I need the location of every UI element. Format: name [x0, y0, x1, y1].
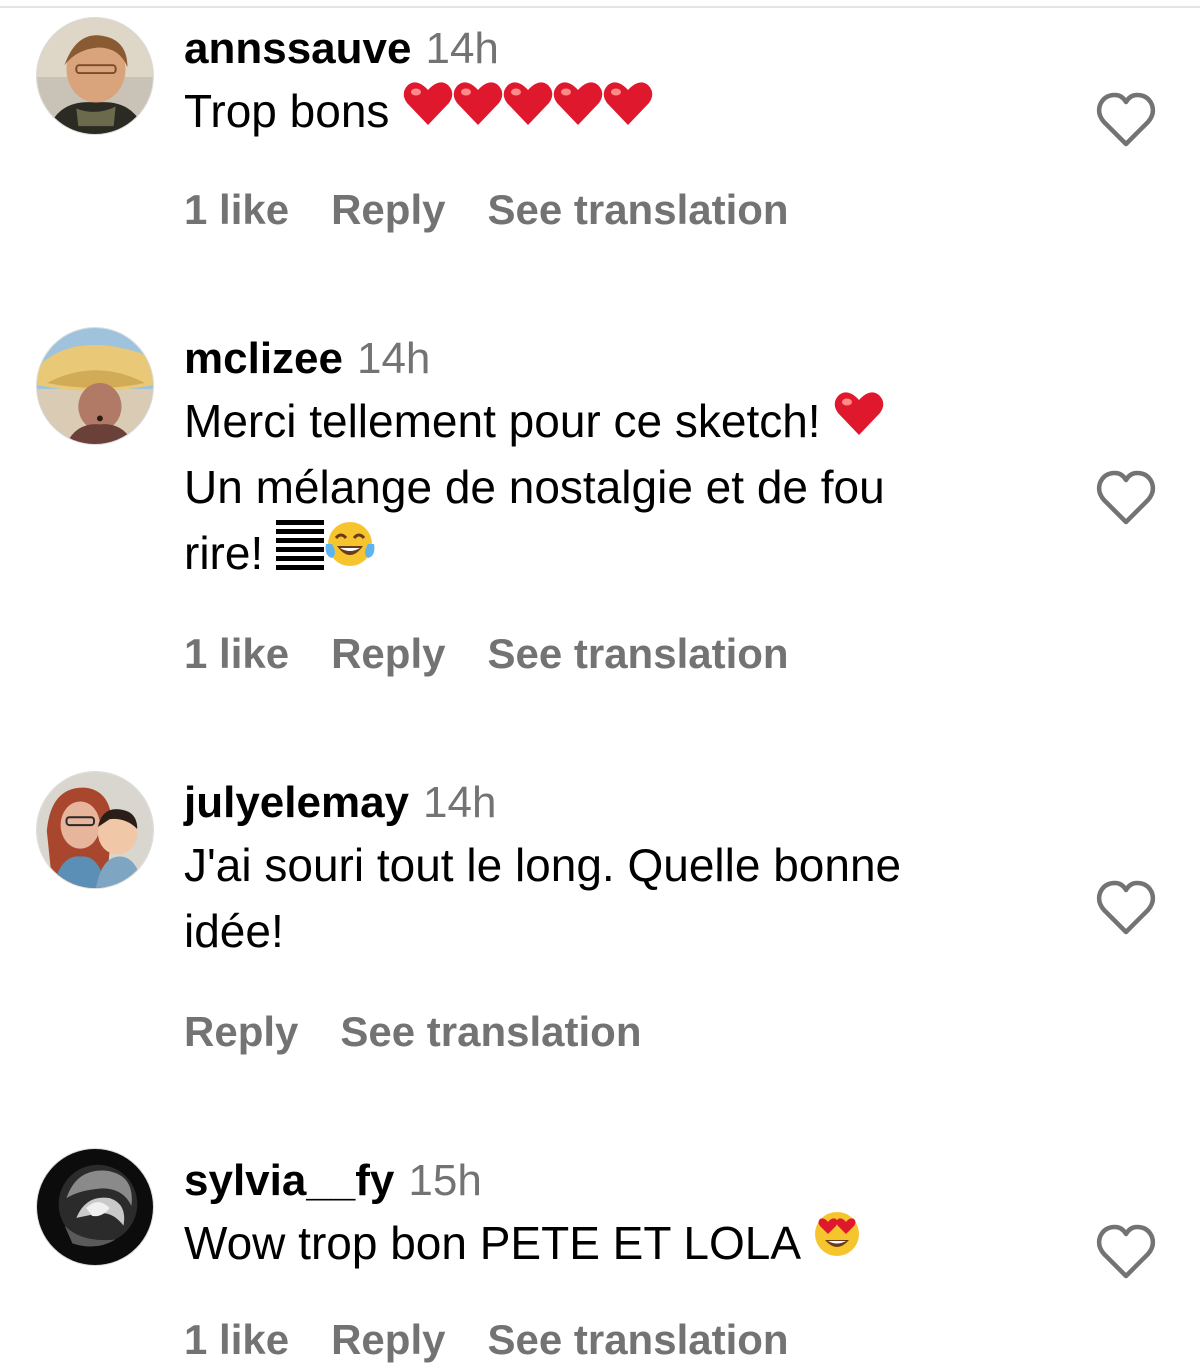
see-translation-button[interactable]: See translation — [487, 630, 788, 677]
comment-text: Wow trop bon PETE ET LOLA — [184, 1210, 1064, 1277]
timestamp[interactable]: 14h — [423, 778, 496, 827]
reply-button[interactable]: Reply — [184, 1008, 298, 1055]
like-count[interactable]: 1 like — [184, 186, 289, 233]
comment-text: J'ai souri tout le long. Quelle bonne id… — [184, 839, 902, 957]
reply-button[interactable]: Reply — [331, 186, 445, 233]
reply-button[interactable]: Reply — [331, 1316, 445, 1363]
red-heart-emoji — [602, 78, 654, 144]
see-translation-button[interactable]: See translation — [487, 1316, 788, 1363]
avatar[interactable] — [36, 771, 154, 889]
comment-body: julyelemay 14h J'ai souri tout le long. Q… — [184, 776, 1064, 964]
unknown-glyph-icon — [276, 516, 325, 589]
username[interactable]: annssauve — [184, 24, 411, 73]
avatar[interactable] — [36, 17, 154, 135]
comment-body: annssauve 14h Trop bons — [184, 22, 1064, 144]
like-heart-icon[interactable] — [1096, 1224, 1156, 1280]
like-heart-icon[interactable] — [1096, 470, 1156, 526]
red-heart-emoji — [402, 78, 454, 144]
username[interactable]: sylvia__fy — [184, 1156, 394, 1205]
username[interactable]: julyelemay — [184, 778, 409, 827]
avatar[interactable] — [36, 1148, 154, 1266]
like-count[interactable]: 1 like — [184, 1316, 289, 1363]
comment-text: Merci tellement pour ce sketch! Un mélan… — [184, 388, 1064, 589]
comment-actions: 1 like Reply See translation — [184, 630, 831, 678]
red-heart-emoji — [833, 388, 885, 454]
like-count[interactable]: 1 like — [184, 630, 289, 677]
comment-body: mclizee 14h Merci tellement pour ce sketc… — [184, 332, 1064, 589]
tears-of-joy-emoji — [324, 518, 376, 587]
red-heart-emoji — [452, 78, 504, 144]
timestamp[interactable]: 14h — [425, 24, 498, 73]
red-heart-emoji — [502, 78, 554, 144]
comment-actions: Reply See translation — [184, 1008, 683, 1056]
comment-actions: 1 like Reply See translation — [184, 1316, 831, 1364]
username[interactable]: mclizee — [184, 334, 343, 383]
avatar[interactable] — [36, 327, 154, 445]
comment-actions: 1 like Reply See translation — [184, 186, 831, 234]
see-translation-button[interactable]: See translation — [487, 186, 788, 233]
reply-button[interactable]: Reply — [331, 630, 445, 677]
top-divider — [0, 6, 1200, 8]
timestamp[interactable]: 14h — [357, 334, 430, 383]
timestamp[interactable]: 15h — [408, 1156, 481, 1205]
comment-body: sylvia__fy 15h Wow trop bon PETE ET LOLA — [184, 1154, 1064, 1277]
comment-text: Trop bons — [184, 78, 1064, 144]
like-heart-icon[interactable] — [1096, 92, 1156, 148]
like-heart-icon[interactable] — [1096, 880, 1156, 936]
red-heart-emoji — [552, 78, 604, 144]
heart-eyes-emoji — [811, 1208, 863, 1277]
see-translation-button[interactable]: See translation — [340, 1008, 641, 1055]
